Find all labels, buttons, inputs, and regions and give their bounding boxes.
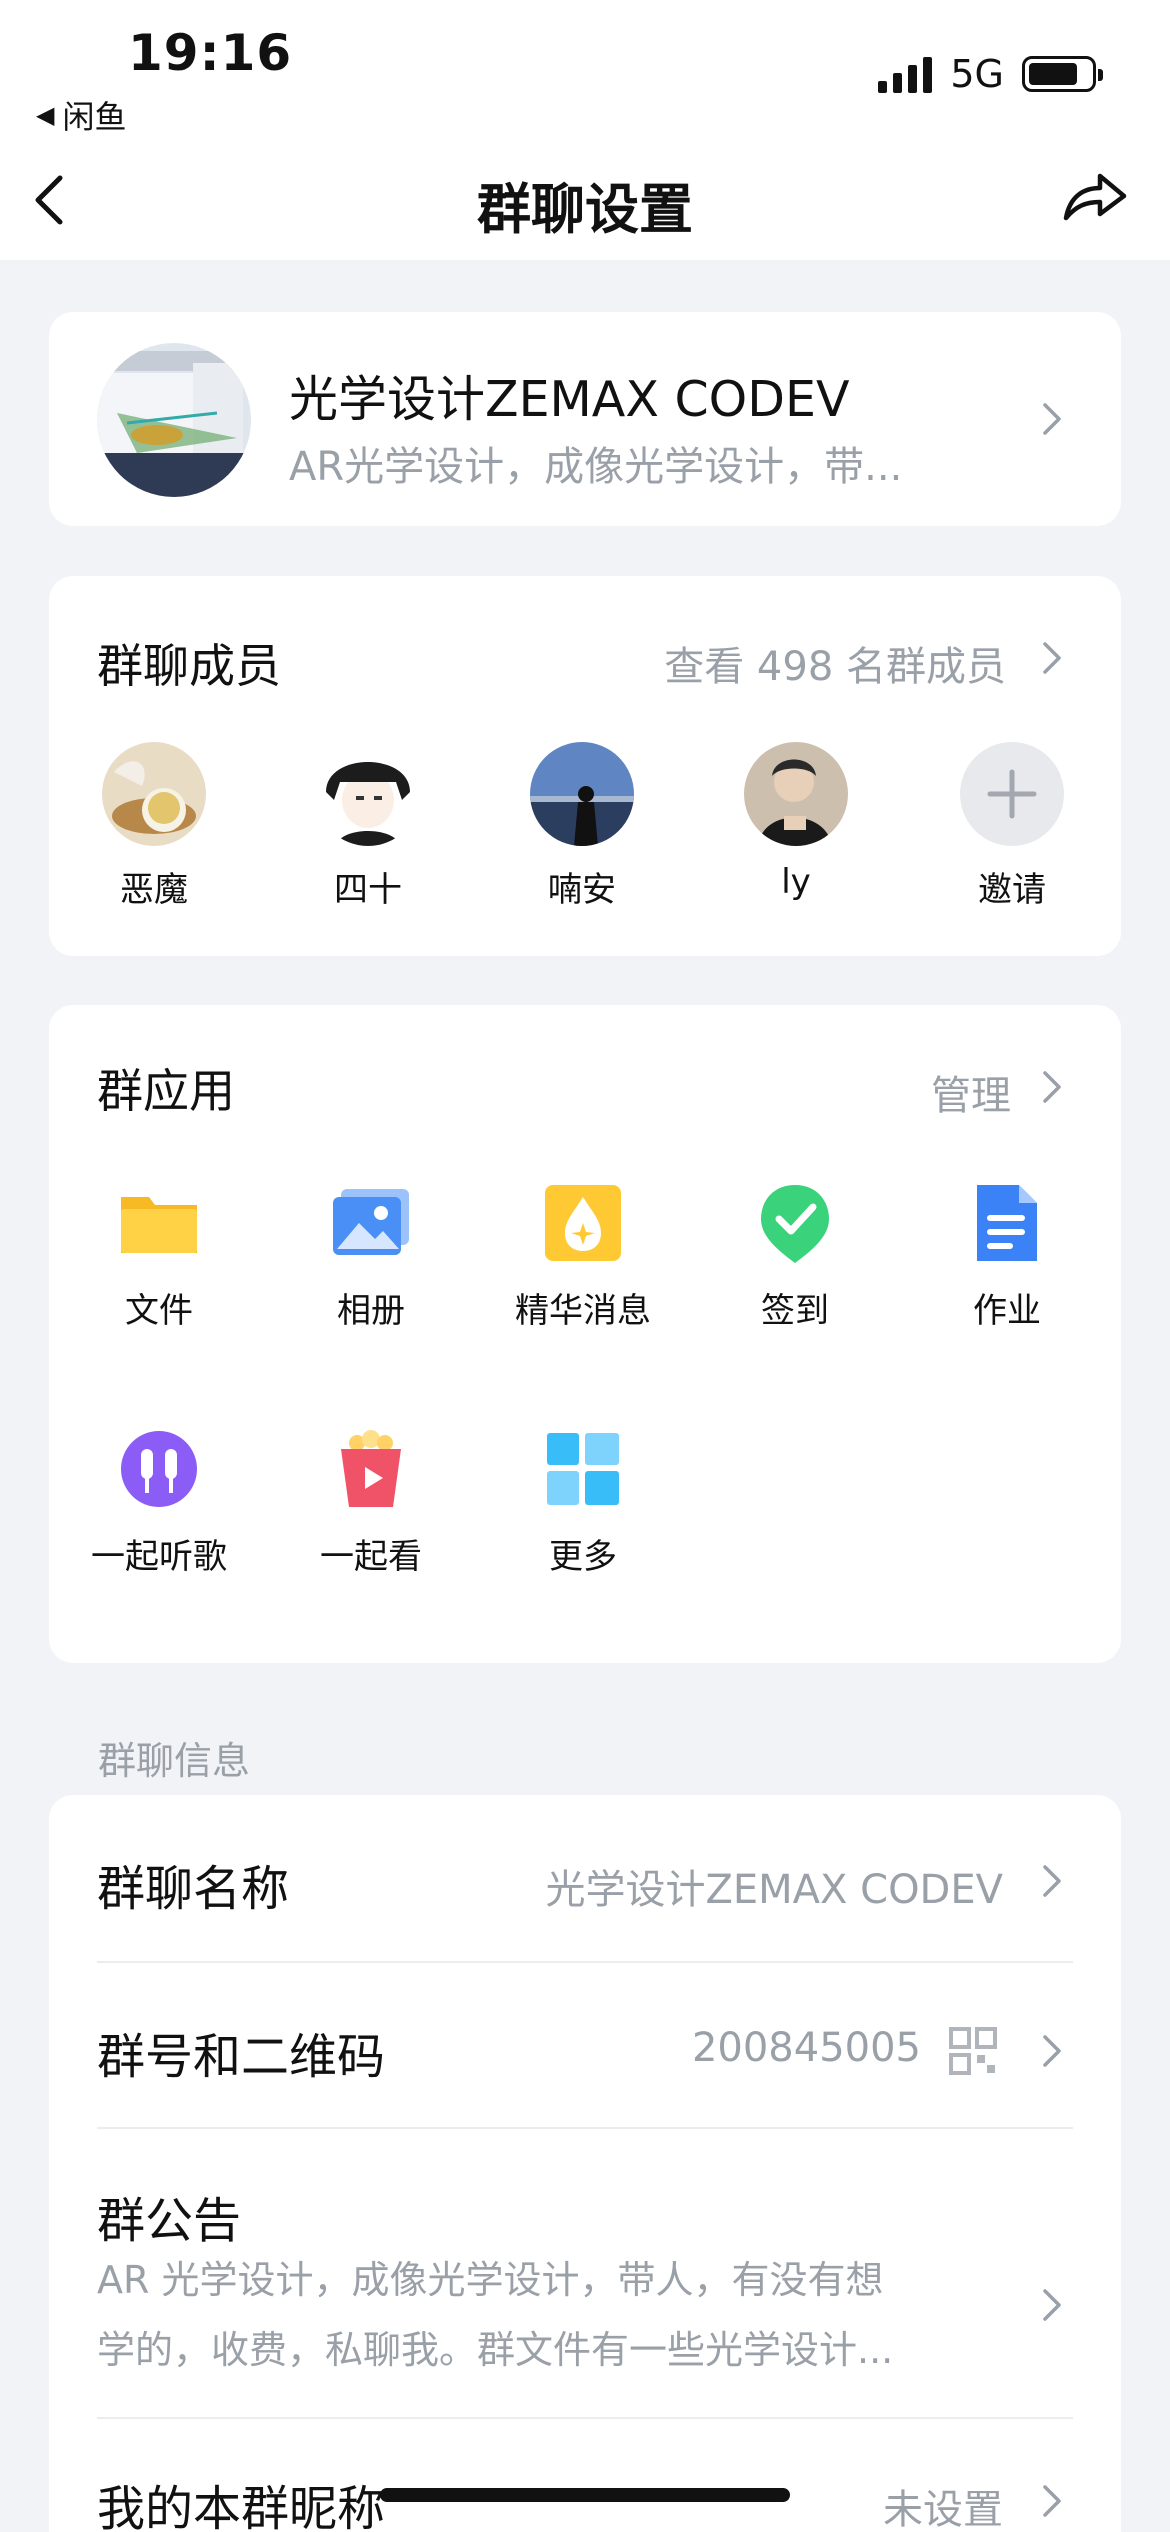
invite-label: 邀请 <box>978 870 1046 910</box>
signal-icon <box>878 55 933 93</box>
view-all-members-link[interactable]: 查看 498 名群成员 <box>664 634 1006 692</box>
plus-icon <box>960 742 1064 846</box>
app-watch-together[interactable]: 一起看 <box>281 1429 461 1578</box>
app-more[interactable]: 更多 <box>493 1429 673 1578</box>
member-item[interactable]: 四十 <box>293 742 443 911</box>
my-nickname-value: 未设置 <box>883 2487 1003 2532</box>
member-name: 喃安 <box>548 870 616 910</box>
essence-icon <box>543 1183 623 1263</box>
chevron-right-icon <box>1043 1865 1061 1897</box>
app-label: 相册 <box>337 1291 405 1331</box>
group-number-label: 群号和二维码 <box>97 2029 386 2085</box>
group-number-row[interactable]: 群号和二维码 200845005 <box>49 1963 1121 2129</box>
top-bar: 19:16 ◀ 闲鱼 5G 群聊设置 <box>0 0 1170 260</box>
chevron-right-icon <box>1043 1071 1061 1103</box>
music-icon <box>119 1429 199 1509</box>
chevron-right-icon <box>1043 403 1061 435</box>
section-label-group-info: 群聊信息 <box>98 1739 251 1783</box>
status-time: 19:16 <box>128 24 293 82</box>
member-name: ly <box>781 862 811 902</box>
app-label: 签到 <box>761 1291 829 1331</box>
chevron-right-icon <box>1043 2035 1061 2067</box>
page-title: 群聊设置 <box>477 178 693 241</box>
member-item[interactable]: 恶魔 <box>79 742 229 911</box>
apps-title: 群应用 <box>97 1064 235 1118</box>
avatar <box>316 742 420 846</box>
status-indicators: 5G <box>878 52 1103 96</box>
group-notice-line2: 学的，收费，私聊我。群文件有一些光学设计... <box>97 2328 894 2372</box>
group-profile-card[interactable]: 光学设计ZEMAX CODEV AR光学设计，成像光学设计，带... <box>49 312 1121 526</box>
app-homework[interactable]: 作业 <box>917 1183 1097 1332</box>
my-nickname-row[interactable]: 我的本群昵称 未设置 <box>49 2419 1121 2532</box>
members-title: 群聊成员 <box>97 639 281 693</box>
homework-icon <box>967 1183 1047 1263</box>
manage-apps-link[interactable]: 管理 <box>931 1063 1011 1121</box>
app-files[interactable]: 文件 <box>69 1183 249 1332</box>
app-checkin[interactable]: 签到 <box>705 1183 885 1332</box>
group-notice-line1: AR 光学设计，成像光学设计，带人，有没有想 <box>97 2258 884 2302</box>
avatar <box>530 742 634 846</box>
more-apps-icon <box>543 1429 623 1509</box>
avatar <box>744 742 848 846</box>
app-label: 精华消息 <box>515 1291 651 1331</box>
watch-together-icon <box>331 1429 411 1509</box>
home-indicator[interactable] <box>380 2488 790 2502</box>
member-name: 四十 <box>334 870 402 910</box>
share-icon[interactable] <box>1060 166 1130 226</box>
my-nickname-label: 我的本群昵称 <box>97 2481 386 2532</box>
app-label: 文件 <box>125 1291 193 1331</box>
group-name-row[interactable]: 群聊名称 光学设计ZEMAX CODEV <box>49 1795 1121 1963</box>
member-item[interactable]: 喃安 <box>507 742 657 911</box>
back-app-label: 闲鱼 <box>62 98 127 136</box>
group-name-label: 群聊名称 <box>97 1861 290 1917</box>
member-name: 恶魔 <box>120 870 188 910</box>
group-notice-label: 群公告 <box>97 2193 242 2249</box>
members-card: 群聊成员 查看 498 名群成员 恶魔 四十 喃安 ly 邀请 <box>49 576 1121 956</box>
battery-icon <box>1022 56 1103 92</box>
app-label: 一起听歌 <box>91 1537 227 1577</box>
group-description: AR光学设计，成像光学设计，带... <box>289 444 903 490</box>
group-apps-card: 群应用 管理 文件 相册 精华消息 签到 作业 一起听歌 一起看 更多 <box>49 1005 1121 1663</box>
group-info-card: 群聊名称 光学设计ZEMAX CODEV 群号和二维码 200845005 群公… <box>49 1795 1121 2532</box>
app-label: 更多 <box>549 1537 617 1577</box>
group-name: 光学设计ZEMAX CODEV <box>289 371 850 428</box>
chevron-right-icon <box>1043 642 1061 674</box>
app-label: 一起看 <box>320 1537 422 1577</box>
chevron-right-icon <box>1043 2485 1061 2517</box>
member-item[interactable]: ly <box>721 742 871 902</box>
checkin-icon <box>755 1183 835 1263</box>
avatar <box>102 742 206 846</box>
qr-code-icon <box>949 2027 997 2075</box>
group-avatar <box>97 343 251 497</box>
app-label: 作业 <box>973 1291 1041 1331</box>
app-music-together[interactable]: 一起听歌 <box>69 1429 249 1578</box>
back-triangle-icon: ◀ <box>36 101 55 129</box>
group-name-value: 光学设计ZEMAX CODEV <box>545 1867 1003 1913</box>
group-notice-row[interactable]: 群公告 AR 光学设计，成像光学设计，带人，有没有想 学的，收费，私聊我。群文件… <box>49 2129 1121 2419</box>
app-album[interactable]: 相册 <box>281 1183 461 1332</box>
group-number-value: 200845005 <box>691 2025 921 2071</box>
chevron-right-icon <box>1043 2289 1061 2321</box>
folder-icon <box>119 1183 199 1263</box>
app-essence[interactable]: 精华消息 <box>493 1183 673 1332</box>
photo-album-icon <box>331 1183 411 1263</box>
invite-member-button[interactable]: 邀请 <box>937 742 1087 911</box>
back-to-app[interactable]: ◀ 闲鱼 <box>36 92 126 138</box>
network-type: 5G <box>950 52 1004 96</box>
